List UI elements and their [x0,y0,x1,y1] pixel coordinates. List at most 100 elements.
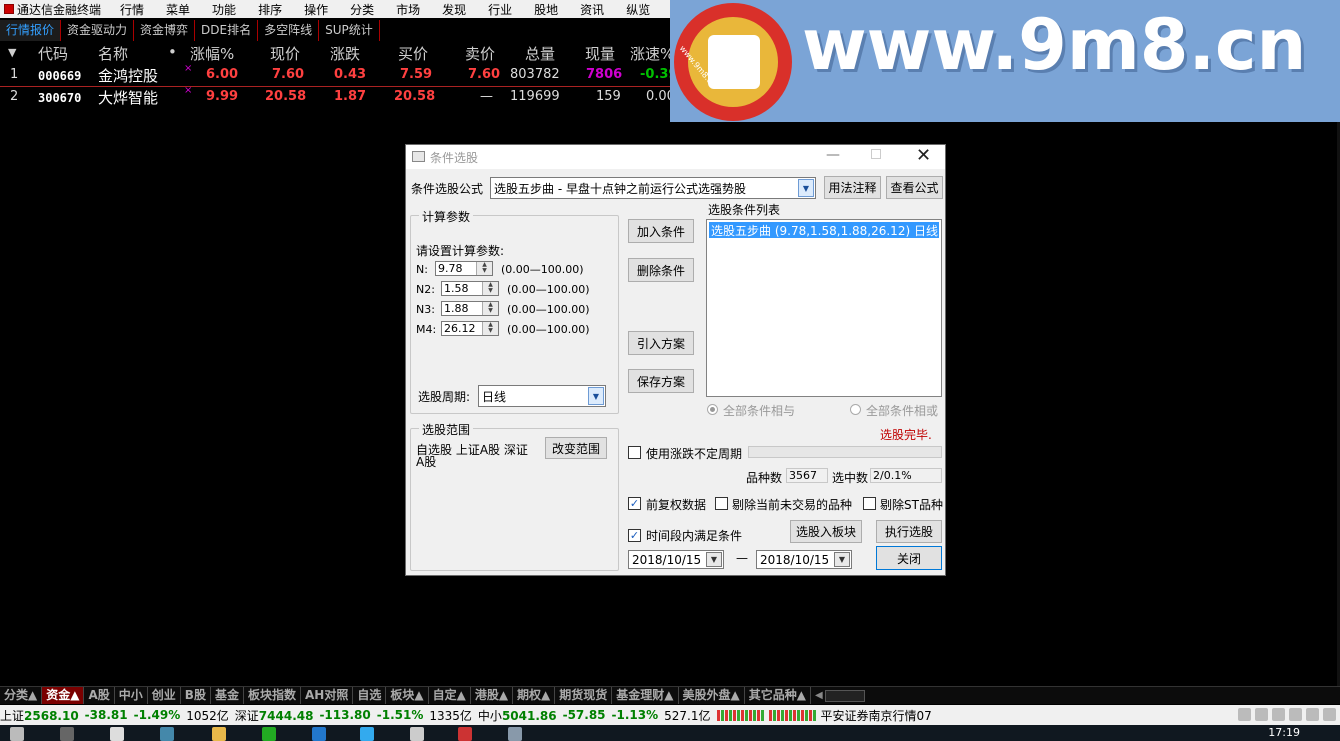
minimize-icon[interactable]: — [826,147,840,163]
sector-tab-fund[interactable]: 资金▲ [42,687,85,704]
date-from-picker[interactable]: 2018/10/15 ▼ [628,550,724,569]
save-plan-button[interactable]: 保存方案 [628,369,694,393]
menu-item-menu[interactable]: 菜单 [155,1,201,18]
tab-sup-stats[interactable]: SUP统计 [319,20,380,41]
refresh-icon[interactable] [1238,708,1251,721]
formula-select[interactable]: 选股五步曲 - 早盘十点钟之前运行公式选强势股 ▼ [490,177,816,199]
menu-item-market[interactable]: 市场 [385,1,431,18]
col-bid[interactable]: 买价 [398,43,428,64]
zx-index[interactable]: 中小5041.86 [478,707,557,724]
spin-arrows-icon[interactable]: ▲ ▼ [482,322,498,335]
chevron-down-icon[interactable]: ▼ [834,552,850,567]
sector-tab-ah[interactable]: AH对照 [301,687,354,704]
edge-icon[interactable] [160,727,174,741]
lock-icon[interactable] [1306,708,1319,721]
date-to-picker[interactable]: 2018/10/15 ▼ [756,550,852,569]
col-code[interactable]: 代码 [38,43,68,64]
col-change[interactable]: 涨跌 [330,43,360,64]
usage-note-button[interactable]: 用法注释 [824,176,881,199]
sector-tab-watchlist[interactable]: 自选 [353,687,387,704]
tdx-app-icon[interactable] [458,727,472,741]
sector-tab-futures[interactable]: 期货现货 [555,687,613,704]
param-n-input[interactable]: 9.78 ▲ ▼ [435,261,493,276]
tab-quote[interactable]: 行情报价 [0,20,62,41]
close-button[interactable]: 关闭 [876,546,942,570]
import-plan-button[interactable]: 引入方案 [628,331,694,355]
col-change-pct[interactable]: 涨幅% [190,43,234,64]
help-icon[interactable] [1289,708,1302,721]
sector-tab-fund-finance[interactable]: 基金理财▲ [612,687,679,704]
table-row[interactable]: 2 300670 大烨智能 × 9.99 20.58 1.87 20.58 — … [0,85,675,109]
sector-tab-block-index[interactable]: 板块指数 [244,687,301,704]
menu-item-discover[interactable]: 发现 [431,1,477,18]
col-cur-volume[interactable]: 现量 [585,43,615,64]
param-m4-input[interactable]: 26.12 ▲ ▼ [441,321,499,336]
tab-fund-drive[interactable]: 资金驱动力 [61,20,135,41]
tab-dde-rank[interactable]: DDE排名 [195,20,259,41]
col-ask[interactable]: 卖价 [465,43,495,64]
sh-index[interactable]: 上证2568.10 [0,707,79,724]
menu-item-stock[interactable]: 股地 [523,1,569,18]
menu-item-category[interactable]: 分类 [339,1,385,18]
fq-checkbox[interactable]: ✓ [628,497,641,510]
sector-tab-b-shares[interactable]: B股 [181,687,211,704]
spin-arrows-icon[interactable]: ▲ ▼ [476,262,492,275]
table-row[interactable]: 1 000669 金鸿控股 × 6.00 7.60 0.43 7.59 7.60… [0,63,677,87]
spin-arrows-icon[interactable]: ▲ ▼ [482,282,498,295]
menu-item-quote[interactable]: 行情 [109,1,155,18]
triangle-down-icon[interactable]: ▼ [8,46,16,59]
clock[interactable]: 17:19 [1268,726,1300,739]
app-green-icon[interactable] [262,727,276,741]
sector-tab-options[interactable]: 期权▲ [513,687,556,704]
sector-tab-a-shares[interactable]: A股 [84,687,115,704]
maximize-icon[interactable] [871,149,881,159]
arrow-left-icon[interactable]: ◀ [815,690,823,701]
tool-app-icon[interactable] [508,727,522,741]
browser-icon[interactable] [110,727,124,741]
tab-scrollbar[interactable] [824,689,865,702]
col-price[interactable]: 现价 [270,43,300,64]
radio-all-and[interactable] [707,404,718,415]
sector-tab-other[interactable]: 其它品种▲ [745,687,811,704]
sector-tab-custom[interactable]: 自定▲ [429,687,471,704]
sector-tab-gem[interactable]: 创业 [148,687,181,704]
to-block-button[interactable]: 选股入板块 [790,520,862,543]
col-speed[interactable]: 涨速% [630,43,674,64]
chevron-down-icon[interactable]: ▼ [588,387,604,405]
sector-tab-us[interactable]: 美股外盘▲ [679,687,745,704]
exclude-st-checkbox[interactable] [863,497,876,510]
menu-item-overview[interactable]: 纵览 [615,1,661,18]
tab-bull-bear[interactable]: 多空阵线 [258,20,320,41]
exclude-untraded-checkbox[interactable] [715,497,728,510]
col-name[interactable]: 名称 [98,43,128,64]
view-formula-button[interactable]: 查看公式 [886,176,943,199]
menu-item-sort[interactable]: 排序 [247,1,293,18]
list-item[interactable]: 选股五步曲 (9.78,1.58,1.88,26.12) 日线 [709,222,939,238]
taskview-icon[interactable] [60,727,74,741]
change-scope-button[interactable]: 改变范围 [545,437,607,459]
menu-item-industry[interactable]: 行业 [477,1,523,18]
layout-icon[interactable] [1272,708,1285,721]
time-range-checkbox[interactable]: ✓ [628,529,641,542]
col-volume[interactable]: 总量 [525,43,555,64]
sector-tab-hk[interactable]: 港股▲ [471,687,514,704]
param-n3-input[interactable]: 1.88 ▲ ▼ [441,301,499,316]
chevron-down-icon[interactable]: ▼ [706,552,722,567]
window-app-icon[interactable] [410,727,424,741]
delete-condition-button[interactable]: 删除条件 [628,258,694,282]
menu-item-function[interactable]: 功能 [201,1,247,18]
sector-tab-sme[interactable]: 中小 [115,687,148,704]
period-select[interactable]: 日线 ▼ [478,385,606,407]
start-icon[interactable] [10,727,24,741]
folder-icon[interactable] [212,727,226,741]
sector-tab-category[interactable]: 分类▲ [0,687,43,704]
menu-item-news[interactable]: 资讯 [569,1,615,18]
sector-tab-block[interactable]: 板块▲ [386,687,429,704]
menu-item-operate[interactable]: 操作 [293,1,339,18]
sector-tab-funds[interactable]: 基金 [211,687,244,704]
tab-fund-game[interactable]: 资金博弈 [134,20,196,41]
add-condition-button[interactable]: 加入条件 [628,219,694,243]
spin-arrows-icon[interactable]: ▲ ▼ [482,302,498,315]
radio-all-or[interactable] [850,404,861,415]
close-icon[interactable]: ✕ [916,145,931,166]
